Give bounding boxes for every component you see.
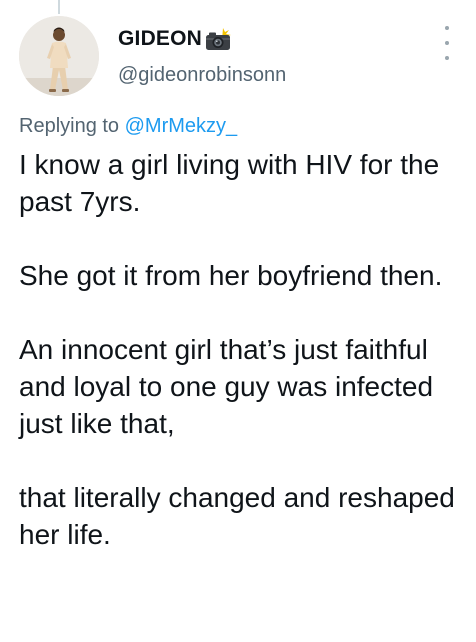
more-dot [445,56,449,60]
tweet-text: I know a girl living with HIV for the pa… [19,146,469,553]
author-display-name[interactable]: GIDEON [118,27,233,51]
replying-to-line: Replying to @MrMekzy_ [19,115,237,138]
author-name-text: GIDEON [118,27,203,50]
tweet-paragraph: An innocent girl that’s just faithful an… [19,334,434,439]
author-handle[interactable]: @gideonrobinsonn [118,64,286,87]
avatar[interactable] [19,16,99,96]
more-dot [445,26,449,30]
camera-with-flash-icon [205,27,233,51]
tweet-paragraph: She got it from her boyfriend then. [19,260,443,291]
thread-connector-line [58,0,60,14]
avatar-photo [19,16,99,96]
more-vertical-icon[interactable] [440,26,454,60]
tweet-paragraph: that literally changed and reshaped her … [19,482,455,550]
replying-to-label: Replying to [19,115,120,137]
more-dot [445,41,449,45]
tweet-paragraph: I know a girl living with HIV for the pa… [19,149,440,217]
mention-link[interactable]: @MrMekzy_ [125,115,238,137]
